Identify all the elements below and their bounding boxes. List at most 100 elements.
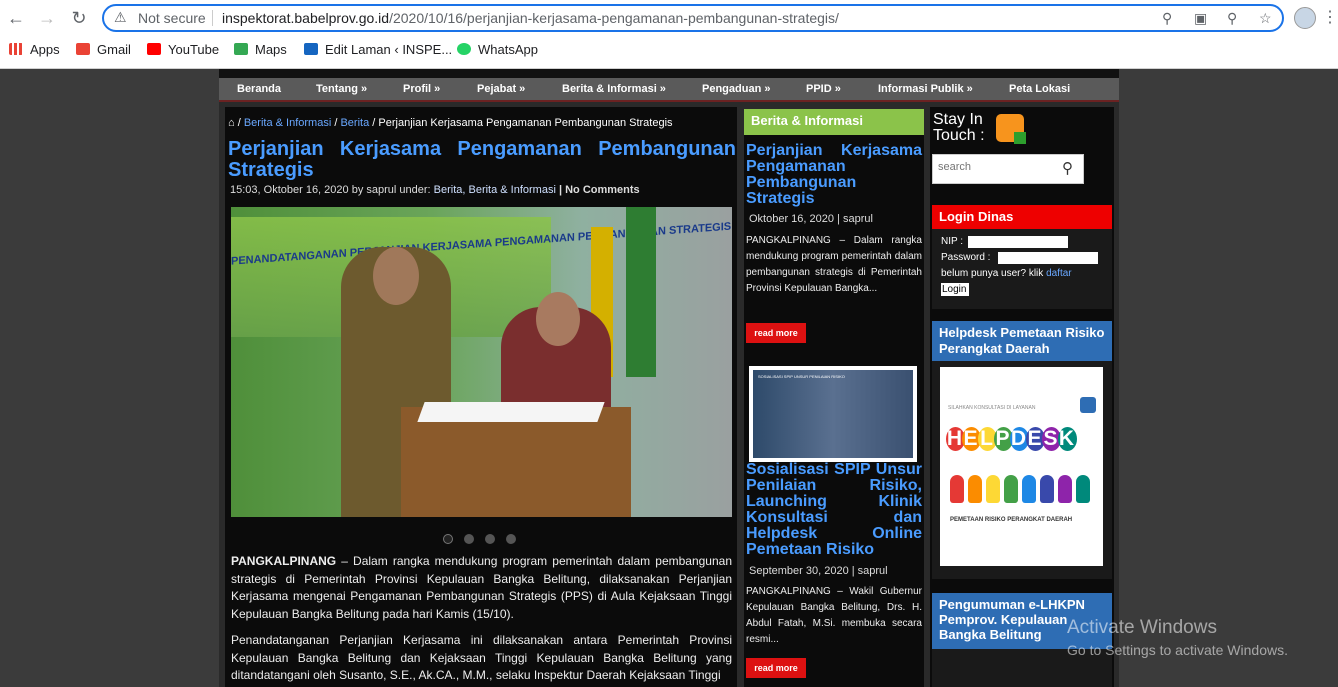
nav-peta-lokasi[interactable]: Peta Lokasi: [1009, 83, 1070, 95]
bookmarks-bar: Apps Gmail YouTube Maps Edit Laman ‹ INS…: [0, 39, 1338, 61]
stay-in-touch-label: Stay In Touch :: [933, 111, 985, 144]
read-more-button[interactable]: read more: [746, 658, 806, 678]
bookmark-label: Edit Laman ‹ INSPE...: [325, 42, 453, 57]
breadcrumb-berita-informasi[interactable]: Berita & Informasi: [244, 117, 331, 129]
login-button[interactable]: Login: [941, 283, 969, 296]
right-sidebar: Stay In Touch : ⚲ Login Dinas NIP : Pass…: [930, 107, 1114, 687]
helpdesk-caption: PEMETAAN RISIKO PERANGKAT DAERAH: [950, 517, 1073, 523]
news-item-meta: September 30, 2020 | saprul: [749, 565, 888, 577]
bookmark-edit-laman[interactable]: Edit Laman ‹ INSPE...: [304, 42, 452, 57]
zoom-icon[interactable]: ⚲: [1227, 10, 1237, 27]
post-photo: PENANDATANGANAN PERJANJIAN KERJASAMA PEN…: [231, 207, 732, 517]
bookmark-maps[interactable]: Maps: [234, 42, 287, 57]
nav-beranda[interactable]: Beranda: [237, 83, 281, 95]
post-comments[interactable]: | No Comments: [556, 184, 640, 196]
search-icon[interactable]: ⚲: [1062, 159, 1073, 177]
photo-person-head: [536, 292, 580, 346]
login-title: Login Dinas: [932, 205, 1112, 229]
star-icon[interactable]: ☆: [1259, 10, 1272, 27]
activate-windows-subtitle: Go to Settings to activate Windows.: [1067, 642, 1288, 658]
login-panel: Login Dinas NIP : Password : belum punya…: [932, 205, 1112, 309]
nav-informasi-publik[interactable]: Informasi Publik »: [878, 83, 973, 95]
person-figure: [950, 475, 964, 503]
bookmark-whatsapp[interactable]: WhatsApp: [457, 42, 538, 57]
carousel-dots: [443, 531, 527, 549]
carousel-dot[interactable]: [485, 534, 495, 544]
post-categories[interactable]: Berita, Berita & Informasi: [434, 184, 556, 196]
browser-chrome: ← → ↻ ⚠ Not secure inspektorat.babelprov…: [0, 0, 1338, 69]
carousel-dot[interactable]: [464, 534, 474, 544]
nav-ppid[interactable]: PPID »: [806, 83, 841, 95]
news-item-title[interactable]: Perjanjian Kerjasama Pengamanan Pembangu…: [746, 143, 922, 207]
signup-link[interactable]: daftar: [1046, 268, 1072, 279]
helpdesk-banner[interactable]: SILAHKAN KONSULTASI DI LAYANAN HELPDESK …: [940, 367, 1103, 566]
helpdesk-panel: Helpdesk Pemetaan Risiko Perangkat Daera…: [932, 321, 1112, 579]
key-icon[interactable]: ⚲: [1162, 10, 1172, 27]
security-label: Not secure: [138, 10, 206, 26]
password-label: Password :: [941, 252, 991, 263]
bookmark-label: WhatsApp: [478, 42, 538, 57]
nav-profil[interactable]: Profil »: [403, 83, 440, 95]
warning-icon: ⚠: [114, 9, 127, 25]
helpdesk-title: Helpdesk Pemetaan Risiko Perangkat Daera…: [932, 321, 1112, 361]
nip-label: NIP :: [941, 236, 964, 247]
post-paragraph: Penandatanganan Perjanjian Kerjasama ini…: [231, 633, 732, 682]
pengumuman-panel: Pengumuman e-LHKPN Pemprov. Kepulauan Ba…: [932, 593, 1112, 687]
forward-icon[interactable]: →: [36, 7, 58, 29]
address-bar[interactable]: ⚠ Not secure inspektorat.babelprov.go.id…: [102, 4, 1284, 32]
bookmark-gmail[interactable]: Gmail: [76, 42, 131, 57]
nav-pejabat[interactable]: Pejabat »: [477, 83, 525, 95]
news-item-excerpt: PANGKALPINANG – Wakil Gubernur Kepulauan…: [746, 586, 922, 645]
activate-windows-title: Activate Windows: [1067, 617, 1217, 638]
bookmark-apps[interactable]: Apps: [9, 42, 60, 57]
reload-icon[interactable]: ↻: [68, 7, 90, 29]
news-item-thumbnail[interactable]: SOSIALISASI SPIP UNSUR PENILAIAN RISIKO: [749, 366, 917, 462]
bookmark-label: Apps: [30, 42, 60, 57]
url-text[interactable]: inspektorat.babelprov.go.id/2020/10/16/p…: [222, 10, 839, 26]
bookmark-youtube[interactable]: YouTube: [147, 42, 219, 57]
post-title[interactable]: Perjanjian Kerjasama Pengamanan Pembangu…: [228, 139, 736, 181]
breadcrumb-sep: /: [372, 117, 376, 129]
news-item-title[interactable]: Sosialisasi SPIP Unsur Penilaian Risiko,…: [746, 462, 922, 558]
news-item-excerpt: PANGKALPINANG – Dalam rangka mendukung p…: [746, 235, 922, 294]
nav-pengaduan[interactable]: Pengaduan »: [702, 83, 770, 95]
profile-avatar[interactable]: [1294, 7, 1316, 29]
url-host: inspektorat.babelprov.go.id: [222, 10, 390, 26]
maps-icon: [234, 43, 248, 55]
person-figure: [1058, 475, 1072, 503]
breadcrumb-berita[interactable]: Berita: [340, 117, 369, 129]
breadcrumb-current: Perjanjian Kerjasama Pengamanan Pembangu…: [378, 117, 673, 129]
post-meta: 15:03, Oktober 16, 2020 by saprul under:…: [230, 184, 640, 196]
menu-icon[interactable]: ⋮: [1322, 7, 1338, 27]
search-box: ⚲: [932, 154, 1084, 184]
person-figure: [1022, 475, 1036, 503]
translate-icon[interactable]: ▣: [1194, 10, 1207, 27]
main-nav: Beranda Tentang » Profil » Pejabat » Ber…: [219, 78, 1119, 102]
bookmark-label: Gmail: [97, 42, 131, 57]
signup-text: belum punya user? klik daftar: [941, 268, 1072, 279]
bookmark-label: Maps: [255, 42, 287, 57]
breadcrumb-sep: /: [237, 117, 241, 129]
carousel-dot[interactable]: [443, 534, 453, 544]
breadcrumb-sep: /: [334, 117, 338, 129]
helpdesk-banner-top: SILAHKAN KONSULTASI DI LAYANAN: [948, 405, 1036, 411]
search-input[interactable]: [938, 161, 1048, 173]
helpdesk-word: HELPDESK: [946, 427, 1077, 451]
read-more-button[interactable]: read more: [746, 323, 806, 343]
password-field[interactable]: [998, 252, 1098, 264]
news-column: Berita & Informasi Perjanjian Kerjasama …: [744, 109, 924, 687]
home-icon[interactable]: ⌂: [228, 117, 235, 129]
nav-tentang[interactable]: Tentang »: [316, 83, 367, 95]
photo-flag: [626, 207, 656, 377]
carousel-dot[interactable]: [506, 534, 516, 544]
rss-icon[interactable]: [996, 114, 1026, 144]
photo-paper: [417, 402, 605, 422]
post-paragraph: PANGKALPINANG – Dalam rangka mendukung p…: [231, 553, 732, 623]
nip-field[interactable]: [968, 236, 1068, 248]
post-time: 15:03, Oktober 16, 2020 by saprul under:: [230, 184, 434, 196]
news-header: Berita & Informasi: [744, 109, 924, 135]
photo-person-head: [373, 247, 419, 305]
nav-berita[interactable]: Berita & Informasi »: [562, 83, 666, 95]
apps-grid-icon: [9, 43, 23, 55]
back-icon[interactable]: ←: [5, 7, 27, 29]
